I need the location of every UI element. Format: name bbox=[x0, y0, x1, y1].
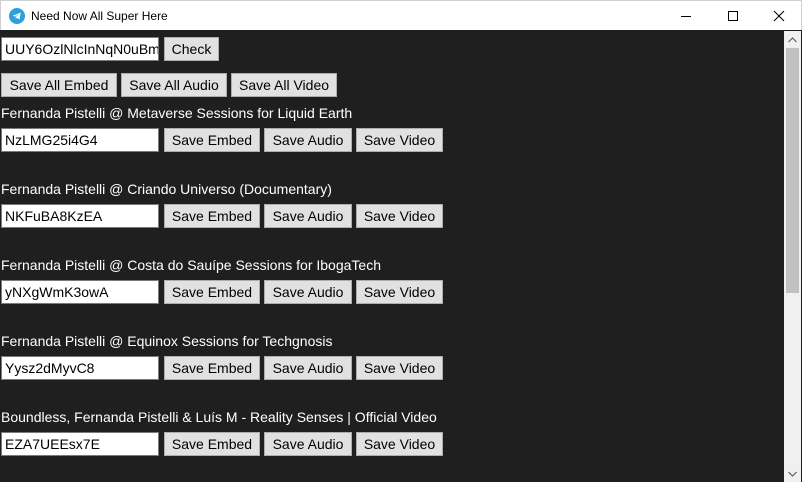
save-video-button[interactable]: Save Video bbox=[356, 280, 443, 304]
save-all-embed-button[interactable]: Save All Embed bbox=[1, 73, 117, 97]
minimize-icon bbox=[681, 16, 691, 17]
save-audio-button[interactable]: Save Audio bbox=[264, 280, 352, 304]
scrollbar-thumb[interactable] bbox=[786, 48, 799, 293]
save-embed-button[interactable]: Save Embed bbox=[164, 204, 260, 228]
maximize-button[interactable] bbox=[710, 1, 756, 31]
minimize-button[interactable] bbox=[663, 1, 709, 31]
video-id-input[interactable]: NKFuBA8KzEA bbox=[1, 204, 159, 228]
save-embed-button[interactable]: Save Embed bbox=[164, 280, 260, 304]
main-content: UUY6OzlNlcInNqN0uBms Check Save All Embe… bbox=[1, 31, 784, 482]
check-button[interactable]: Check bbox=[164, 37, 219, 61]
save-audio-button[interactable]: Save Audio bbox=[264, 128, 352, 152]
video-title: Fernanda Pistelli @ Criando Universo (Do… bbox=[1, 181, 332, 197]
chevron-up-icon bbox=[788, 36, 797, 42]
video-id-input[interactable]: Yysz2dMyvC8 bbox=[1, 356, 159, 380]
save-all-audio-button[interactable]: Save All Audio bbox=[121, 73, 227, 97]
save-video-button[interactable]: Save Video bbox=[356, 432, 443, 456]
vertical-scrollbar[interactable] bbox=[784, 31, 801, 482]
close-button[interactable] bbox=[756, 1, 802, 31]
video-title: Fernanda Pistelli @ Metaverse Sessions f… bbox=[1, 105, 353, 121]
save-audio-button[interactable]: Save Audio bbox=[264, 204, 352, 228]
scroll-up-button[interactable] bbox=[784, 31, 801, 48]
save-video-button[interactable]: Save Video bbox=[356, 204, 443, 228]
save-audio-button[interactable]: Save Audio bbox=[264, 432, 352, 456]
chevron-down-icon bbox=[788, 471, 797, 477]
save-embed-button[interactable]: Save Embed bbox=[164, 432, 260, 456]
save-video-button[interactable]: Save Video bbox=[356, 356, 443, 380]
close-icon bbox=[773, 10, 785, 22]
video-title: Fernanda Pistelli @ Equinox Sessions for… bbox=[1, 333, 333, 349]
video-id-input[interactable]: EZA7UEEsx7E bbox=[1, 432, 159, 456]
video-id-input[interactable]: yNXgWmK3owA bbox=[1, 280, 159, 304]
video-id-input[interactable]: NzLMG25i4G4 bbox=[1, 128, 159, 152]
save-embed-button[interactable]: Save Embed bbox=[164, 128, 260, 152]
channel-id-input[interactable]: UUY6OzlNlcInNqN0uBms bbox=[1, 37, 159, 61]
video-title: Fernanda Pistelli @ Costa do Sauípe Sess… bbox=[1, 257, 381, 273]
video-title: Boundless, Fernanda Pistelli & Luís M - … bbox=[1, 409, 437, 425]
save-embed-button[interactable]: Save Embed bbox=[164, 356, 260, 380]
title-bar: Need Now All Super Here bbox=[0, 0, 802, 30]
save-video-button[interactable]: Save Video bbox=[356, 128, 443, 152]
maximize-icon bbox=[728, 11, 738, 21]
scroll-down-button[interactable] bbox=[784, 465, 801, 482]
save-all-video-button[interactable]: Save All Video bbox=[231, 73, 337, 97]
telegram-icon bbox=[9, 8, 25, 24]
save-audio-button[interactable]: Save Audio bbox=[264, 356, 352, 380]
window-title: Need Now All Super Here bbox=[31, 9, 168, 23]
